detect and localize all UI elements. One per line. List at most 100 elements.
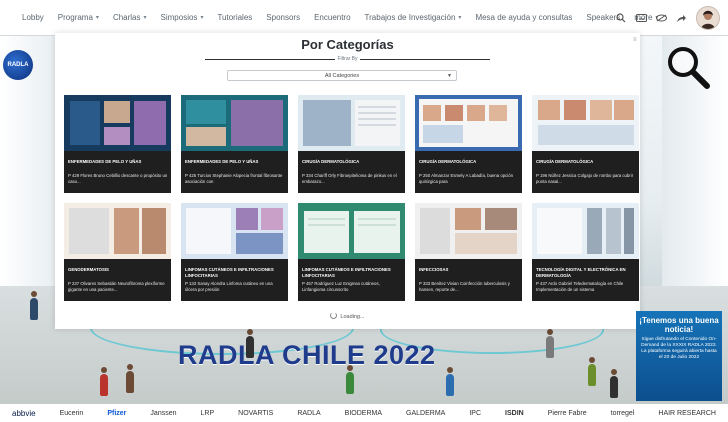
poster-card[interactable]: CIRUGÍA DERMATOLÓGICA P 334 Chariff Orly … — [298, 95, 405, 193]
poster-card[interactable]: TECNOLOGÍA DIGITAL Y ELECTRÓNICA EN DERM… — [532, 203, 639, 301]
nav-item-label: Tutoriales — [217, 13, 253, 22]
poster-category: ENFERMEDADES DE PELO Y UÑAS — [185, 159, 259, 164]
sponsor-logo[interactable]: BIODERMA — [345, 410, 382, 417]
poster-title: P 334 Chariff Orly Fibroepitelioma de pi… — [302, 173, 397, 184]
poster-title: P 133 Sanay Alondra Linfoma cutáneo en u… — [185, 281, 273, 292]
nav-item-label: Charlas — [112, 13, 141, 22]
poster-thumbnail — [64, 203, 171, 259]
loading-indicator: Loading... — [55, 312, 640, 320]
share-icon[interactable] — [674, 11, 688, 25]
poster-card[interactable]: LINFOMAS CUTÁNEOS E INFILTRACIONES LINFO… — [181, 203, 288, 301]
poster-card[interactable]: LINFOMAS CUTÁNEOS E INFILTRACIONES LINFO… — [298, 203, 405, 301]
chevron-down-icon: ▾ — [200, 15, 204, 21]
nav-item-sponsors[interactable]: Sponsors — [266, 13, 300, 22]
nav-item-charlas[interactable]: Charlas ▾ — [113, 13, 147, 22]
sponsor-logo[interactable]: abbvie — [12, 409, 36, 418]
poster-card[interactable]: ENFERMEDADES DE PELO Y UÑAS P 425 Turcios… — [181, 95, 288, 193]
nav-toolbar — [608, 6, 720, 30]
nav-item-label: Trabajos de Investigación — [364, 13, 456, 22]
poster-title: P 196 Núñez Jessica Colgajo de rombo par… — [536, 173, 634, 184]
nav-item-label: Simposios — [160, 13, 198, 22]
nav-item-tutoriales[interactable]: Tutoriales — [217, 13, 252, 22]
magnifier-search-icon[interactable] — [663, 42, 713, 92]
filter-label: Filtrar By — [337, 56, 358, 62]
poster-title: P 250 Almanzar Esmely A Labadía, buena o… — [419, 173, 514, 184]
nav-item-label: Mesa de ayuda y consultas — [475, 13, 573, 22]
poster-title: P 333 Benítez Vivian Coinfección tubercu… — [419, 281, 510, 292]
poster-card[interactable]: CIRUGÍA DERMATOLÓGICA P 250 Almanzar Esme… — [415, 95, 522, 193]
poster-category: ENFERMEDADES DE PELO Y UÑAS — [68, 159, 142, 164]
sponsor-logo[interactable]: GALDERMA — [406, 410, 445, 417]
loading-text: Loading... — [340, 314, 365, 320]
sponsor-logo[interactable]: IPC — [469, 410, 481, 417]
poster-title: P 237 Olivares Sebastián Neurofibroma pl… — [68, 281, 165, 292]
nav-item-mesa-de-ayuda-y-consultas[interactable]: Mesa de ayuda y consultas — [475, 13, 572, 22]
poster-title: P 425 Turcios Stephanie Alopecia frontal… — [185, 173, 283, 184]
poster-thumbnail — [64, 95, 171, 151]
category-filter-select[interactable]: All Categories ▼ — [227, 70, 457, 81]
avatar[interactable] — [696, 6, 720, 30]
top-navigation-bar: Lobby Programa ▾ Charlas ▾ Simposios ▾ Tutorial… — [0, 0, 728, 36]
sponsor-logo[interactable]: Janssen — [150, 410, 176, 417]
search-icon[interactable] — [614, 11, 628, 25]
poster-title: P 457 Rodriguez Luz Enigmas cutáneos, Li… — [302, 281, 380, 292]
sponsor-logo[interactable]: ISDIN — [505, 410, 524, 417]
announcement-headline: ¡Tenemos una buena noticia! — [639, 316, 719, 334]
avatar-person — [546, 329, 554, 358]
poster-card[interactable]: GENODERMATOSIS P 237 Olivares Sebastián N… — [64, 203, 171, 301]
poster-category: LINFOMAS CUTÁNEOS E INFILTRACIONES LINFO… — [302, 267, 391, 278]
nav-item-label: Lobby — [22, 13, 44, 22]
poster-category: INFECCIOSAS — [419, 267, 449, 272]
sponsor-bar: abbvie Eucerin Pfizer Janssen LRP NOVARTIS RAD… — [0, 404, 728, 422]
poster-thumbnail — [298, 95, 405, 151]
radla-logo: RADLA — [3, 50, 33, 80]
nav-item-trabajos-de-investigaci-n[interactable]: Trabajos de Investigación ▾ — [365, 13, 462, 22]
poster-card[interactable]: CIRUGÍA DERMATOLÓGICA P 196 Núñez Jessica… — [532, 95, 639, 193]
poster-card[interactable]: INFECCIOSAS P 333 Benítez Vivian Coinfecc… — [415, 203, 522, 301]
poster-category: LINFOMAS CUTÁNEOS E INFILTRACIONES LINFO… — [185, 267, 274, 278]
eye-off-icon[interactable] — [654, 11, 668, 25]
sponsor-logo[interactable]: torregel — [611, 410, 635, 417]
sponsor-logo[interactable]: NOVARTIS — [238, 410, 273, 417]
spinner-icon — [330, 312, 338, 319]
sponsor-logo[interactable]: HAIR RESEARCH — [658, 410, 716, 417]
avatar-person — [588, 357, 596, 386]
keyboard-icon[interactable] — [634, 11, 648, 25]
nav-item-lobby[interactable]: Lobby — [22, 13, 44, 22]
nav-item-encuentro[interactable]: Encuentro — [314, 13, 350, 22]
poster-card[interactable]: ENFERMEDADES DE PELO Y UÑAS P 429 Flores … — [64, 95, 171, 193]
nav-item-label: Programa — [57, 13, 93, 22]
poster-thumbnail — [415, 203, 522, 259]
poster-category: CIRUGÍA DERMATOLÓGICA — [536, 159, 594, 164]
nav-item-label: Encuentro — [314, 13, 351, 22]
poster-thumbnail — [415, 95, 522, 151]
poster-category: CIRUGÍA DERMATOLÓGICA — [419, 159, 477, 164]
nav-item-simposios[interactable]: Simposios ▾ — [161, 13, 204, 22]
modal-title: Por Categorías — [301, 37, 394, 52]
poster-thumbnail — [298, 203, 405, 259]
avatar-person — [346, 365, 354, 394]
poster-title: P 429 Flores Bruno Cebillio descante o p… — [68, 173, 168, 184]
sponsor-logo[interactable]: Eucerin — [60, 410, 84, 417]
poster-title: P 437 Ardo Gabriel Teledermatología en C… — [536, 281, 624, 292]
filter-selected-value: All Categories — [324, 72, 360, 79]
close-icon[interactable]: ≡ — [633, 37, 638, 47]
sponsor-logo[interactable]: LRP — [201, 410, 215, 417]
avatar-person — [100, 367, 108, 396]
chevron-down-icon: ▼ — [447, 73, 452, 79]
poster-thumbnail — [532, 203, 639, 259]
chevron-down-icon: ▾ — [458, 15, 462, 21]
poster-thumbnail — [181, 95, 288, 151]
poster-thumbnail — [181, 203, 288, 259]
poster-category: GENODERMATOSIS — [68, 267, 109, 272]
categories-modal: Por Categorías ≡ Filtrar By All Categori… — [55, 33, 640, 329]
announcement-panel[interactable]: ¡Tenemos una buena noticia! Sigue disfru… — [636, 311, 722, 401]
event-banner: RADLA CHILE 2022 — [178, 340, 436, 370]
chevron-down-icon: ▾ — [143, 15, 147, 21]
nav-item-programa[interactable]: Programa ▾ — [58, 13, 99, 22]
sponsor-logo[interactable]: Pfizer — [107, 410, 126, 417]
avatar-person — [126, 364, 134, 393]
nav-item-label: Sponsors — [266, 13, 301, 22]
sponsor-logo[interactable]: RADLA — [297, 410, 320, 417]
sponsor-logo[interactable]: Pierre Fabre — [548, 410, 587, 417]
